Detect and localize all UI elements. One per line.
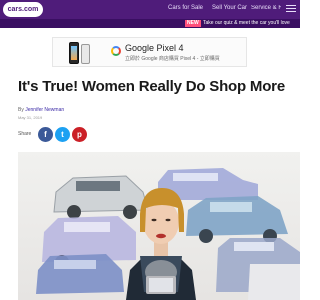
pinterest-icon[interactable]: p: [72, 127, 87, 142]
car-illustration-left: [53, 175, 149, 219]
share-label: Share: [18, 131, 32, 137]
cars-com-logo[interactable]: cars.com: [3, 2, 43, 17]
car-illustration-bottom-right: [216, 238, 300, 300]
nav-sell-your-car[interactable]: Sell Your Car: [212, 5, 247, 11]
author-link[interactable]: Jennifer Newman: [25, 107, 64, 113]
nav-cars-for-sale[interactable]: Cars for Sale: [168, 5, 203, 11]
smartphone-in-hand: [146, 276, 176, 294]
facebook-icon[interactable]: f: [38, 127, 53, 142]
ad-subtitle: 立即於 Google 商店購買 Pixel 4 - 立即購買: [125, 56, 220, 62]
promo-text[interactable]: Take our quiz & meet the car you'll love: [203, 20, 290, 27]
twitter-icon[interactable]: t: [55, 127, 70, 142]
top-navigation: cars.com Cars for Sale Sell Your Car Ser…: [0, 0, 300, 19]
nav-service-repair[interactable]: Service & Repair: [251, 5, 281, 11]
advertisement-banner[interactable]: Google Pixel 4 立即於 Google 商店購買 Pixel 4 -…: [52, 37, 247, 67]
car-illustration-right: [186, 196, 288, 243]
publish-date: May 31, 2019: [18, 115, 43, 120]
promo-banner[interactable]: NEW Take our quiz & meet the car you'll …: [0, 19, 300, 28]
menu-icon[interactable]: [286, 5, 296, 13]
new-badge: NEW: [185, 20, 201, 27]
ad-title: Google Pixel 4: [125, 43, 184, 53]
hero-image: [18, 152, 300, 300]
article-title: It's True! Women Really Do Shop More: [18, 78, 285, 95]
byline: By Jennifer Newman: [18, 107, 64, 113]
google-logo-icon: [111, 46, 121, 56]
phone-image: [69, 42, 79, 64]
car-illustration-bottom-left: [36, 254, 124, 294]
phone-back-image: [81, 44, 90, 64]
byline-prefix: By: [18, 107, 24, 113]
